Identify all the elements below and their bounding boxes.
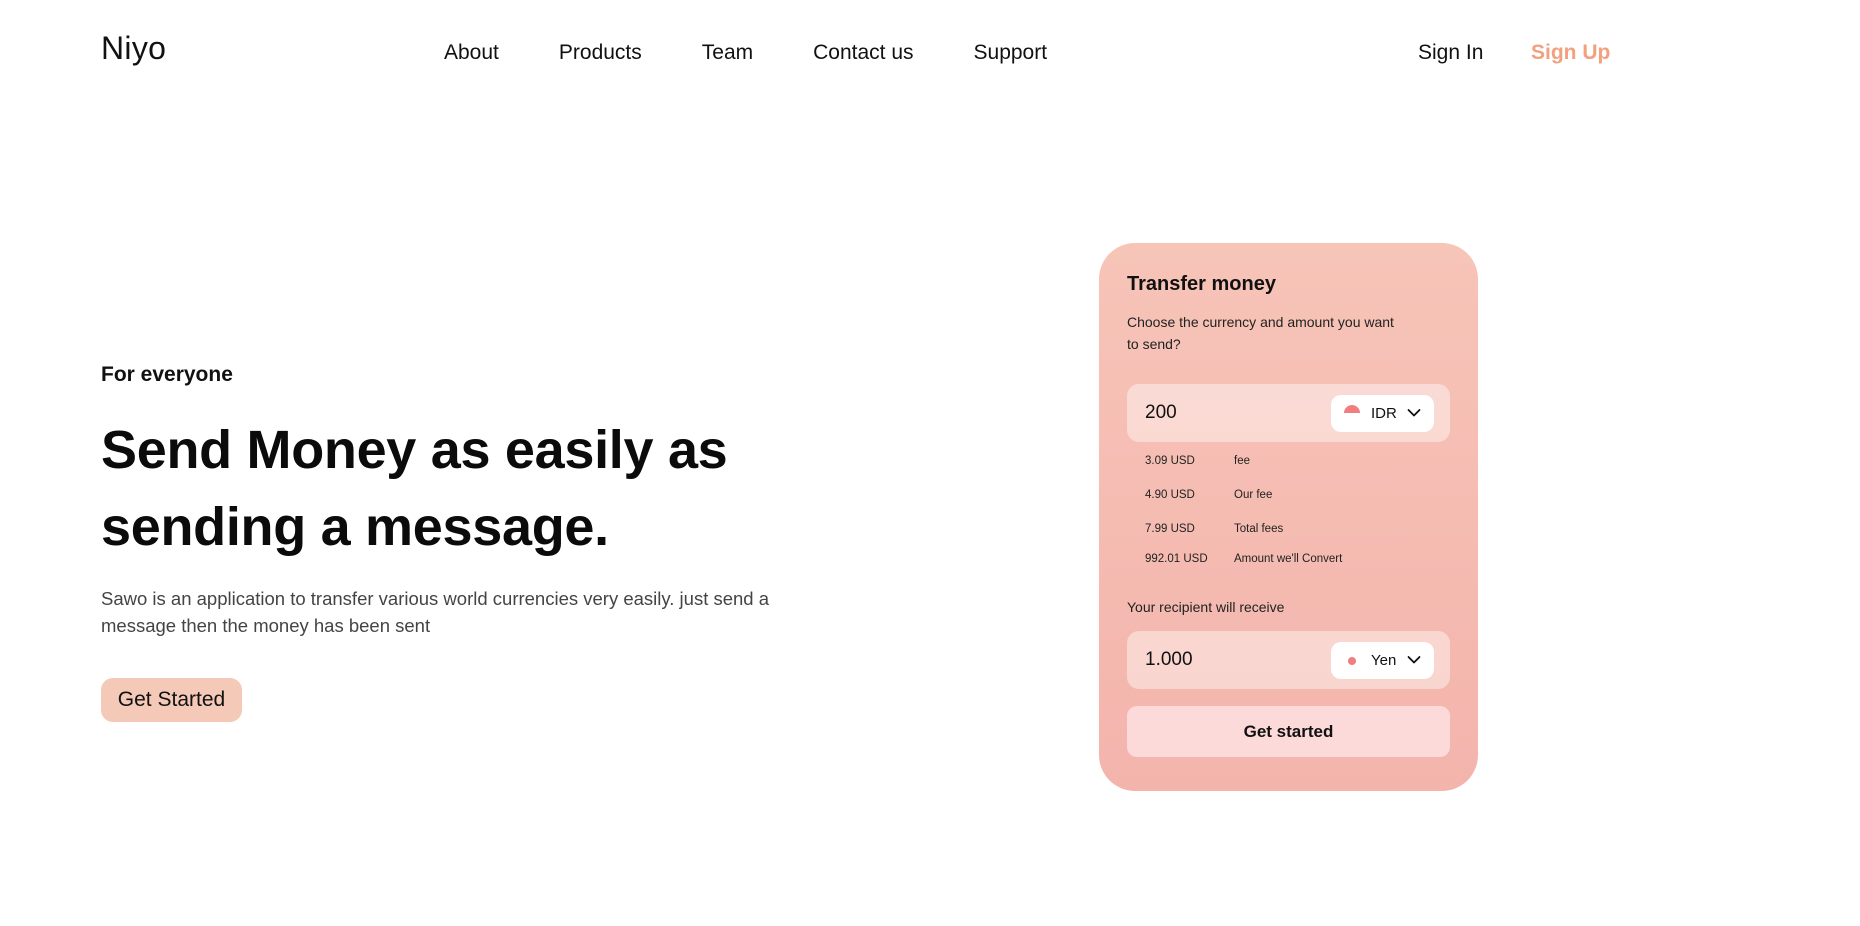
logo[interactable]: Niyo: [101, 30, 166, 67]
card-title: Transfer money: [1127, 273, 1276, 295]
sign-in-link[interactable]: Sign In: [1418, 41, 1483, 65]
hero-eyebrow: For everyone: [101, 363, 233, 386]
main-nav: About Products Team Contact us Support: [444, 41, 1107, 65]
nav-item-contact-us[interactable]: Contact us: [813, 41, 913, 65]
nav-item-products[interactable]: Products: [559, 41, 642, 65]
receive-currency-select[interactable]: Yen: [1331, 642, 1434, 679]
hero-headline: Send Money as easily as sending a messag…: [101, 420, 728, 557]
receive-amount-field[interactable]: 1.000 Yen: [1127, 631, 1450, 689]
transfer-money-card: Transfer money Choose the currency and a…: [1099, 243, 1478, 791]
fee-label: Total fees: [1234, 523, 1284, 535]
fee-label: Amount we'll Convert: [1234, 553, 1343, 565]
fee-label: Our fee: [1234, 489, 1273, 501]
card-get-started-button[interactable]: Get started: [1127, 706, 1450, 757]
fee-amount: 992.01 USD: [1145, 553, 1208, 565]
idr-flag-icon: [1344, 405, 1360, 421]
receive-amount-value: 1.000: [1145, 649, 1193, 670]
send-currency-select[interactable]: IDR: [1331, 395, 1434, 432]
nav-item-support[interactable]: Support: [974, 41, 1048, 65]
chevron-down-icon: [1407, 656, 1421, 664]
send-currency-label: IDR: [1371, 405, 1397, 422]
yen-flag-icon: [1348, 657, 1356, 665]
send-amount-field[interactable]: 200 IDR: [1127, 384, 1450, 442]
nav-item-team[interactable]: Team: [702, 41, 753, 65]
recipient-label: Your recipient will receive: [1127, 599, 1285, 615]
chevron-down-icon: [1407, 409, 1421, 417]
send-amount-value: 200: [1145, 402, 1177, 423]
card-subtitle: Choose the currency and amount you want …: [1127, 314, 1394, 352]
receive-currency-label: Yen: [1371, 652, 1397, 669]
sign-up-link[interactable]: Sign Up: [1531, 41, 1610, 65]
nav-item-about[interactable]: About: [444, 41, 499, 65]
fee-amount: 7.99 USD: [1145, 523, 1195, 535]
hero-description: Sawo is an application to transfer vario…: [101, 588, 770, 636]
fee-amount: 3.09 USD: [1145, 455, 1195, 467]
fee-amount: 4.90 USD: [1145, 489, 1195, 501]
fee-label: fee: [1234, 455, 1250, 467]
get-started-button[interactable]: Get Started: [101, 678, 242, 722]
